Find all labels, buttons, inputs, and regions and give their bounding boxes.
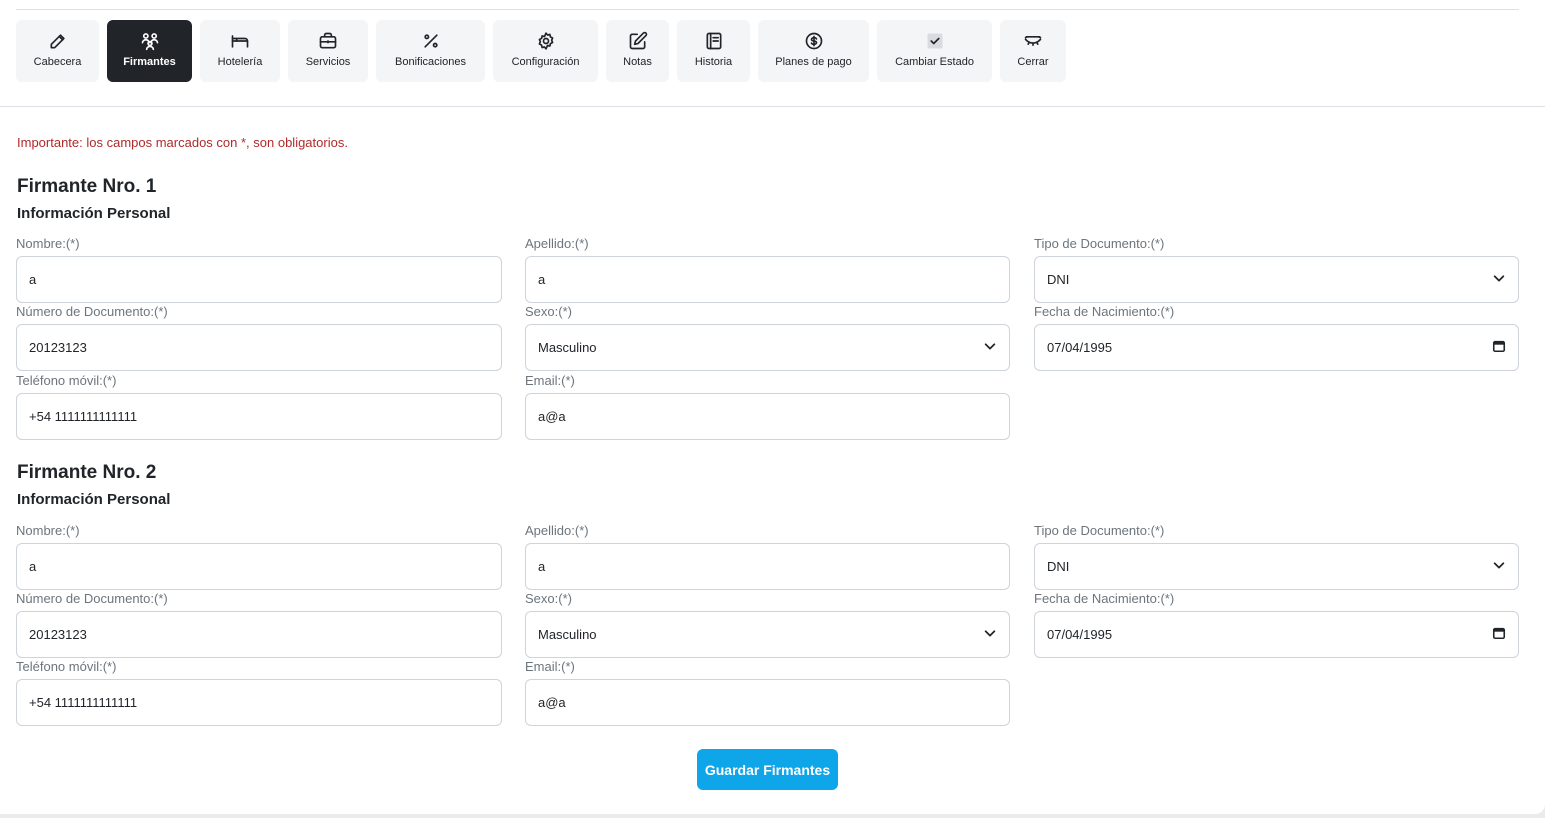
tab-label: Cambiar Estado — [895, 56, 974, 68]
tab-cerrar[interactable]: Cerrar — [1000, 20, 1066, 82]
field-label: Sexo:(*) — [525, 304, 572, 319]
percent-icon — [420, 30, 442, 52]
chevron-down-icon — [1492, 271, 1506, 288]
numero-documento-field: Número de Documento:(*) 20123123 — [16, 304, 502, 371]
field-label: Email:(*) — [525, 659, 575, 674]
sexo-field: Sexo:(*) Masculino — [525, 591, 1010, 658]
sexo-select[interactable]: Masculino — [525, 611, 1010, 658]
tab-cambiar-estado[interactable]: Cambiar Estado — [877, 20, 992, 82]
top-divider — [16, 9, 1519, 10]
email-input[interactable]: a@a — [525, 393, 1010, 440]
apellido-field: Apellido:(*) a — [525, 236, 1010, 303]
tipo-documento-field: Tipo de Documento:(*) DNI — [1034, 523, 1519, 590]
firmante-title: Firmante Nro. 1 — [17, 176, 157, 197]
field-label: Apellido:(*) — [525, 523, 589, 538]
toolbar: Cabecera Firmantes Hotelería Servicios B… — [16, 20, 1074, 82]
chevron-down-icon — [983, 626, 997, 643]
firmante-title: Firmante Nro. 2 — [17, 462, 157, 483]
tab-firmantes[interactable]: Firmantes — [107, 20, 192, 82]
email-input[interactable]: a@a — [525, 679, 1010, 726]
document-icon — [703, 30, 725, 52]
dollar-circle-icon — [803, 30, 825, 52]
fecha-nacimiento-input[interactable]: 07/04/1995 — [1034, 611, 1519, 658]
tab-planes-de-pago[interactable]: Planes de pago — [758, 20, 869, 82]
tipo-documento-field: Tipo de Documento:(*) DNI — [1034, 236, 1519, 303]
field-label: Sexo:(*) — [525, 591, 572, 606]
telefono-field: Teléfono móvil:(*) +54 1111111111111 — [16, 659, 502, 726]
tab-notas[interactable]: Notas — [606, 20, 669, 82]
field-label: Email:(*) — [525, 373, 575, 388]
guardar-firmantes-button[interactable]: Guardar Firmantes — [697, 749, 838, 790]
tab-hoteleria[interactable]: Hotelería — [200, 20, 280, 82]
users-icon — [139, 30, 161, 52]
tab-label: Configuración — [511, 56, 580, 68]
note-edit-icon — [627, 30, 649, 52]
tipo-documento-select[interactable]: DNI — [1034, 256, 1519, 303]
apellido-input[interactable]: a — [525, 256, 1010, 303]
nombre-input[interactable]: a — [16, 256, 502, 303]
telefono-field: Teléfono móvil:(*) +54 1111111111111 — [16, 373, 502, 440]
field-label: Nombre:(*) — [16, 236, 80, 251]
sexo-field: Sexo:(*) Masculino — [525, 304, 1010, 371]
tab-servicios[interactable]: Servicios — [288, 20, 368, 82]
page: Cabecera Firmantes Hotelería Servicios B… — [0, 0, 1545, 814]
tab-configuracion[interactable]: Configuración — [493, 20, 598, 82]
chevron-down-icon — [1492, 558, 1506, 575]
nombre-field: Nombre:(*) a — [16, 523, 502, 590]
tab-label: Hotelería — [217, 56, 263, 68]
fecha-nacimiento-input[interactable]: 07/04/1995 — [1034, 324, 1519, 371]
tab-label: Planes de pago — [775, 56, 852, 68]
field-label: Teléfono móvil:(*) — [16, 373, 117, 388]
calendar-icon[interactable] — [1492, 339, 1506, 356]
field-label: Número de Documento:(*) — [16, 304, 168, 319]
tab-label: Bonificaciones — [395, 56, 466, 68]
tab-label: Notas — [623, 56, 652, 68]
tab-label: Historia — [694, 56, 733, 68]
nombre-field: Nombre:(*) a — [16, 236, 502, 303]
field-label: Número de Documento:(*) — [16, 591, 168, 606]
numero-documento-field: Número de Documento:(*) 20123123 — [16, 591, 502, 658]
tab-bonificaciones[interactable]: Bonificaciones — [376, 20, 485, 82]
tab-cabecera[interactable]: Cabecera — [16, 20, 99, 82]
chevron-down-icon — [983, 339, 997, 356]
section-subtitle: Información Personal — [17, 205, 171, 222]
pencil-icon — [47, 30, 69, 52]
calendar-icon[interactable] — [1492, 626, 1506, 643]
bed-icon — [229, 30, 251, 52]
sexo-select[interactable]: Masculino — [525, 324, 1010, 371]
tab-label: Servicios — [305, 56, 351, 68]
numero-documento-input[interactable]: 20123123 — [16, 611, 502, 658]
tab-label: Firmantes — [123, 56, 176, 68]
apellido-field: Apellido:(*) a — [525, 523, 1010, 590]
telefono-input[interactable]: +54 1111111111111 — [16, 679, 502, 726]
toolbar-divider — [0, 106, 1545, 107]
apellido-input[interactable]: a — [525, 543, 1010, 590]
checkbox-icon — [924, 30, 946, 52]
field-label: Teléfono móvil:(*) — [16, 659, 117, 674]
firmante-2-section: Firmante Nro. 2 Información Personal — [17, 462, 1519, 513]
tipo-documento-select[interactable]: DNI — [1034, 543, 1519, 590]
email-field: Email:(*) a@a — [525, 373, 1010, 440]
required-notice: Importante: los campos marcados con *, s… — [17, 135, 348, 150]
fecha-nacimiento-field: Fecha de Nacimiento:(*) 07/04/1995 — [1034, 304, 1519, 371]
tab-label: Cabecera — [33, 56, 82, 68]
field-label: Tipo de Documento:(*) — [1034, 236, 1165, 251]
firmante-1-section: Firmante Nro. 1 Información Personal — [17, 176, 1519, 227]
briefcase-icon — [317, 30, 339, 52]
field-label: Tipo de Documento:(*) — [1034, 523, 1165, 538]
field-label: Nombre:(*) — [16, 523, 80, 538]
nombre-input[interactable]: a — [16, 543, 502, 590]
tab-label: Cerrar — [1017, 56, 1049, 68]
gear-icon — [535, 30, 557, 52]
telefono-input[interactable]: +54 1111111111111 — [16, 393, 502, 440]
fecha-nacimiento-field: Fecha de Nacimiento:(*) 07/04/1995 — [1034, 591, 1519, 658]
field-label: Apellido:(*) — [525, 236, 589, 251]
numero-documento-input[interactable]: 20123123 — [16, 324, 502, 371]
email-field: Email:(*) a@a — [525, 659, 1010, 726]
field-label: Fecha de Nacimiento:(*) — [1034, 591, 1175, 606]
tab-historia[interactable]: Historia — [677, 20, 750, 82]
field-label: Fecha de Nacimiento:(*) — [1034, 304, 1175, 319]
section-subtitle: Información Personal — [17, 491, 171, 508]
closed-eye-icon — [1022, 30, 1044, 52]
